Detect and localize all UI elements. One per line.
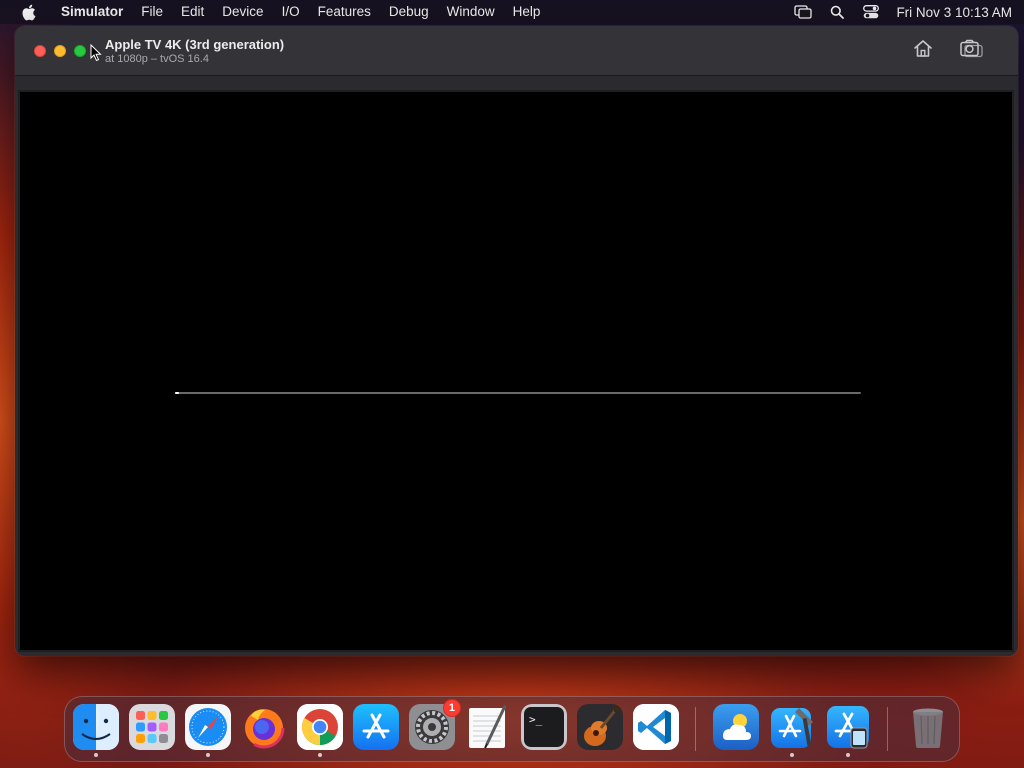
running-indicator [790, 753, 794, 757]
terminal-icon: >_ [521, 704, 567, 750]
running-indicator [94, 753, 98, 757]
window-title: Apple TV 4K (3rd generation) [105, 37, 285, 52]
dock: 1 >_ [64, 696, 960, 762]
running-indicator [206, 753, 210, 757]
textedit-icon [465, 704, 511, 750]
dock-item-textedit[interactable] [465, 704, 511, 750]
vscode-icon [633, 704, 679, 750]
simulator-icon [825, 704, 871, 750]
menu-window[interactable]: Window [438, 0, 504, 24]
dock-item-chrome[interactable] [297, 704, 343, 757]
menu-bar: Simulator File Edit Device I/O Features … [0, 0, 1024, 24]
dock-separator [695, 707, 696, 751]
chrome-icon [297, 704, 343, 750]
boot-progress-bar [175, 392, 861, 394]
menu-features[interactable]: Features [309, 0, 380, 24]
menu-bar-clock[interactable]: Fri Nov 3 10:13 AM [896, 5, 1012, 20]
weather-icon [713, 704, 759, 750]
dock-item-system-settings[interactable]: 1 [409, 699, 461, 750]
xcode-icon [769, 704, 815, 750]
trash-icon [905, 704, 951, 750]
window-subtitle: at 1080p – tvOS 16.4 [105, 53, 209, 65]
dock-item-vscode[interactable] [633, 704, 679, 750]
menu-file[interactable]: File [132, 0, 172, 24]
dock-item-terminal[interactable]: >_ [521, 704, 567, 750]
garageband-icon [577, 704, 623, 750]
menu-help[interactable]: Help [504, 0, 550, 24]
screenshot-icon [960, 39, 984, 63]
device-screen[interactable] [18, 90, 1014, 652]
window-minimize-button[interactable] [54, 45, 66, 57]
safari-icon [185, 704, 231, 750]
launchpad-icon [129, 704, 175, 750]
dock-item-trash[interactable] [905, 704, 951, 750]
window-titlebar[interactable]: Apple TV 4K (3rd generation) at 1080p – … [15, 26, 1018, 76]
app-store-icon [353, 704, 399, 750]
window-zoom-button[interactable] [74, 45, 86, 57]
dock-item-app-store[interactable] [353, 704, 399, 750]
menu-io[interactable]: I/O [273, 0, 309, 24]
running-indicator [846, 753, 850, 757]
home-icon [913, 39, 933, 63]
screenshot-button[interactable] [959, 38, 985, 64]
boot-progress-fill [175, 392, 179, 394]
notification-badge: 1 [442, 699, 461, 717]
menu-debug[interactable]: Debug [380, 0, 438, 24]
window-close-button[interactable] [34, 45, 46, 57]
dock-item-xcode[interactable] [769, 704, 815, 757]
apple-menu-icon[interactable] [18, 0, 38, 24]
dock-item-weather[interactable] [713, 704, 759, 750]
menu-edit[interactable]: Edit [172, 0, 213, 24]
dock-item-garageband[interactable] [577, 704, 623, 750]
dock-separator [887, 707, 888, 751]
dock-item-firefox[interactable] [241, 704, 287, 750]
screen-mirroring-icon[interactable] [794, 4, 813, 20]
running-indicator [318, 753, 322, 757]
svg-text:>_: >_ [529, 713, 543, 726]
firefox-icon [241, 704, 287, 750]
control-center-icon[interactable] [862, 4, 880, 20]
dock-item-simulator[interactable] [825, 704, 871, 757]
mouse-cursor-icon [90, 43, 102, 62]
dock-item-safari[interactable] [185, 704, 231, 757]
simulator-window: Apple TV 4K (3rd generation) at 1080p – … [15, 26, 1018, 656]
menu-device[interactable]: Device [213, 0, 272, 24]
finder-icon [73, 704, 119, 750]
home-button[interactable] [910, 38, 936, 64]
dock-item-finder[interactable] [73, 704, 119, 757]
spotlight-search-icon[interactable] [828, 4, 846, 20]
menu-simulator[interactable]: Simulator [52, 0, 132, 24]
dock-item-launchpad[interactable] [129, 704, 175, 750]
